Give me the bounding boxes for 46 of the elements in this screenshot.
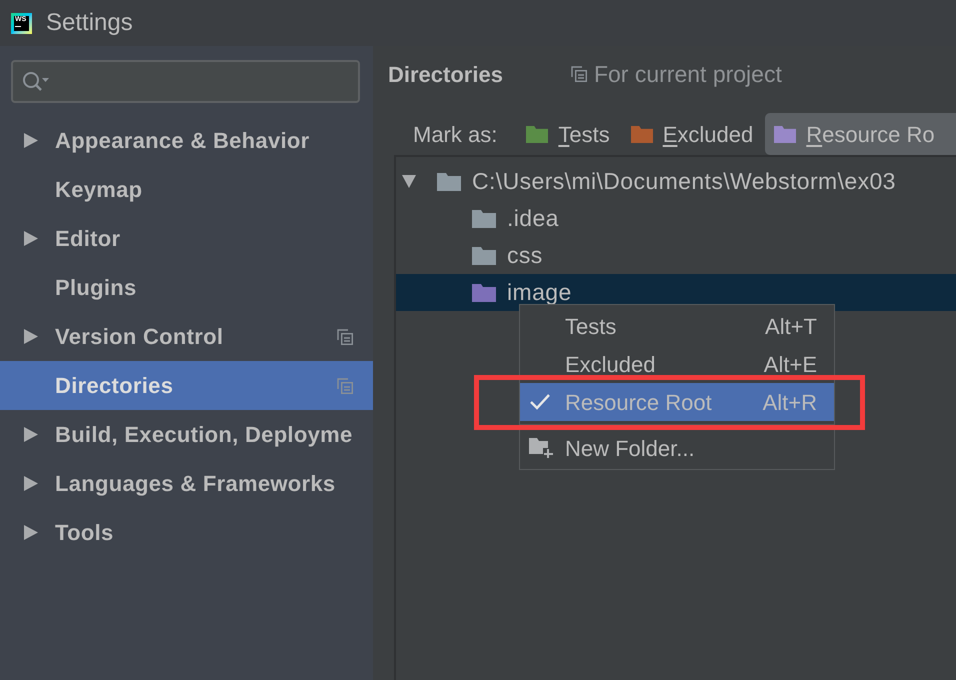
- menu-item[interactable]: New Folder...: [520, 429, 834, 467]
- sidebar-item[interactable]: Keymap: [0, 165, 373, 214]
- tree-item-label: image: [507, 278, 572, 308]
- new-folder-icon: [529, 438, 553, 458]
- shortcut-label: Alt+E: [764, 350, 818, 378]
- sidebar-item[interactable]: Version Control: [0, 312, 373, 361]
- expand-arrow-icon[interactable]: [24, 133, 38, 148]
- copy-icon: [337, 328, 353, 344]
- mark-as-button[interactable]: Excluded: [622, 113, 760, 155]
- menu-item[interactable]: Excluded Alt+E: [520, 345, 834, 383]
- tree-row[interactable]: css: [396, 237, 956, 274]
- expand-arrow-icon[interactable]: [24, 329, 38, 344]
- expand-arrow-icon[interactable]: [24, 427, 38, 442]
- tree-row[interactable]: .idea: [396, 200, 956, 237]
- mark-as-button[interactable]: Tests: [517, 113, 616, 155]
- search-field[interactable]: [11, 60, 360, 103]
- tree-item-label: C:\Users\mi\Documents\Webstorm\ex03: [472, 167, 896, 196]
- expand-arrow-icon[interactable]: [24, 525, 38, 540]
- copy-icon: [337, 378, 353, 394]
- mark-as-label: Mark as:: [413, 120, 498, 148]
- copy-icon: [570, 66, 587, 82]
- sidebar-item[interactable]: Plugins: [0, 263, 373, 312]
- collapse-arrow-icon[interactable]: [402, 175, 416, 188]
- menu-item-label: Tests: [565, 312, 616, 340]
- window-title: Settings: [46, 8, 133, 38]
- menu-item-label: Resource Root: [565, 388, 712, 416]
- scope-label: For current project: [594, 60, 782, 89]
- sidebar-item[interactable]: Directories: [0, 361, 373, 410]
- mark-as-button[interactable]: Resource Ro: [765, 113, 956, 155]
- sidebar-item[interactable]: Languages & Frameworks: [0, 459, 373, 508]
- tree-row[interactable]: C:\Users\mi\Documents\Webstorm\ex03: [396, 163, 956, 200]
- sidebar-item[interactable]: Tools: [0, 508, 373, 557]
- tree-item-label: css: [507, 241, 543, 270]
- shortcut-label: Alt+R: [762, 388, 818, 416]
- page-title: Directories: [388, 60, 503, 88]
- sidebar-item[interactable]: Appearance & Behavior: [0, 116, 373, 165]
- menu-item[interactable]: Resource Root Alt+R: [520, 383, 834, 421]
- tree-item-label: .idea: [507, 204, 559, 234]
- expand-arrow-icon[interactable]: [24, 476, 38, 491]
- search-icon: [22, 71, 50, 92]
- sidebar-item[interactable]: Build, Execution, Deployme: [0, 410, 373, 459]
- menu-item-label: Excluded: [565, 350, 656, 378]
- sidebar-item[interactable]: Editor: [0, 214, 373, 263]
- menu-item-label: New Folder...: [565, 434, 695, 462]
- shortcut-label: Alt+T: [765, 312, 818, 340]
- expand-arrow-icon[interactable]: [24, 231, 38, 246]
